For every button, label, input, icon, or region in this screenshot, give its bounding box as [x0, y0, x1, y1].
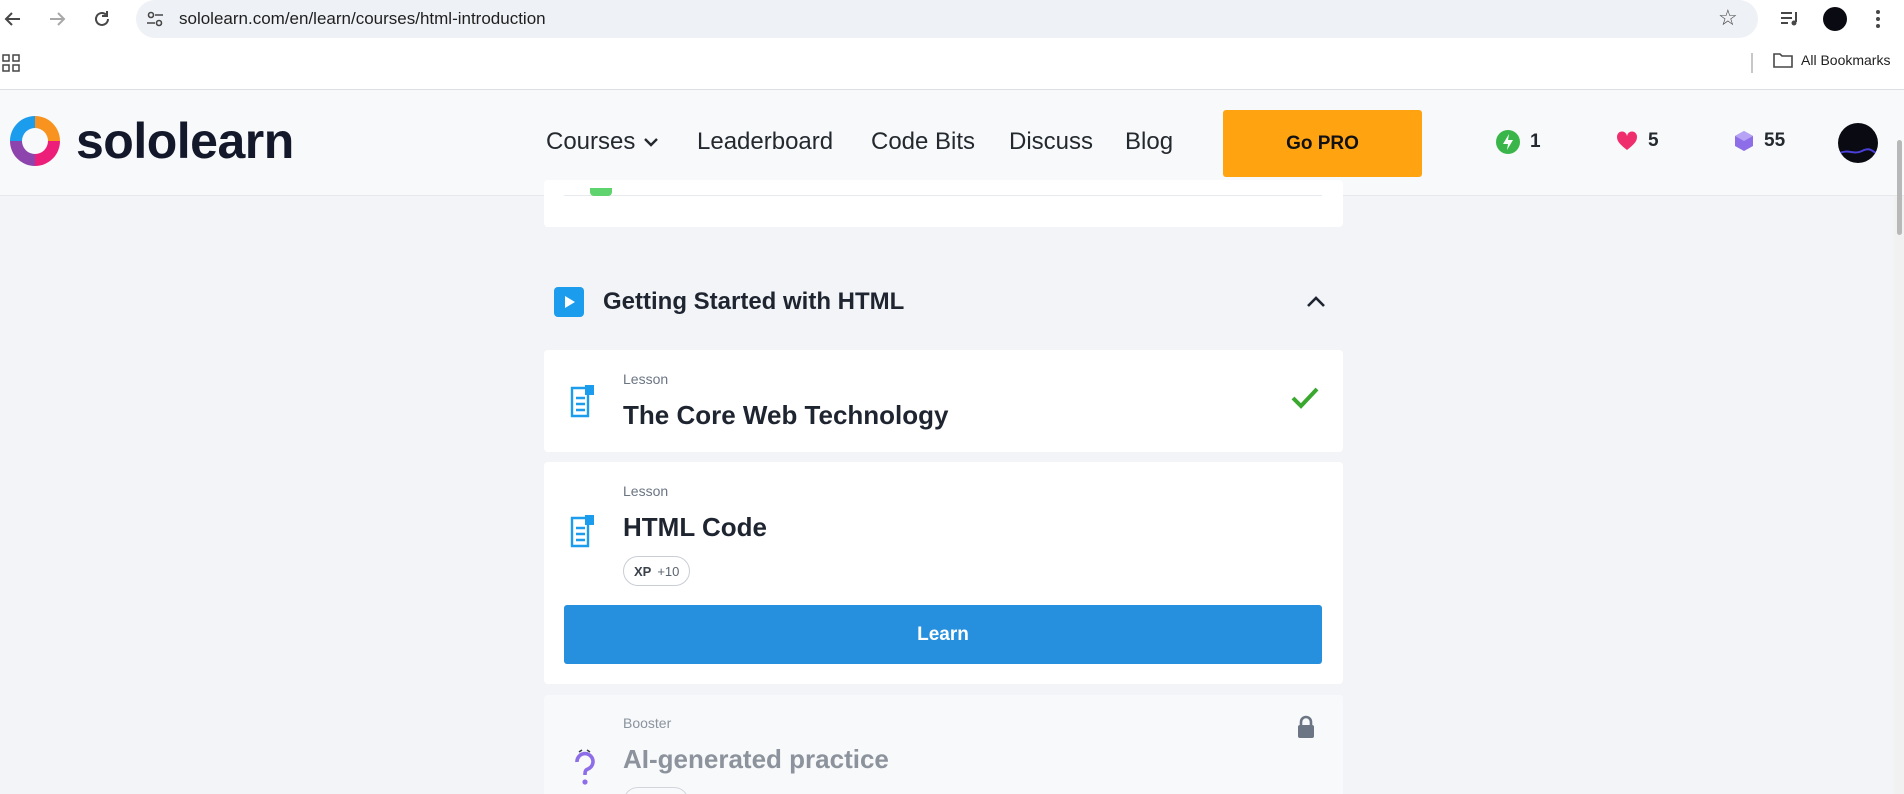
lesson-title: The Core Web Technology	[623, 400, 949, 430]
gems-counter[interactable]: 55	[1734, 130, 1785, 152]
question-mark-icon	[575, 749, 595, 785]
nav-blog[interactable]: Blog	[1125, 128, 1173, 156]
bookmark-separator	[1751, 53, 1753, 73]
forward-arrow-icon[interactable]	[44, 6, 70, 32]
bookmark-star-icon[interactable]: ☆	[1718, 5, 1738, 31]
nav-courses-label: Courses	[546, 128, 636, 155]
nav-code-bits[interactable]: Code Bits	[871, 128, 975, 156]
previous-module-card	[544, 180, 1343, 227]
folder-icon	[1773, 53, 1793, 68]
lock-icon	[1298, 715, 1314, 738]
more-menu-icon[interactable]	[1868, 6, 1888, 32]
nav-courses[interactable]: Courses	[546, 128, 659, 156]
gems-count: 55	[1764, 130, 1786, 151]
document-icon	[570, 515, 594, 548]
checkmark-icon	[1291, 387, 1319, 409]
user-avatar[interactable]	[1838, 123, 1878, 163]
learn-button[interactable]: Learn	[564, 605, 1322, 664]
xp-label: XP	[634, 563, 652, 579]
hearts-count: 5	[1648, 130, 1659, 151]
xp-value: +10	[657, 563, 680, 579]
module-header[interactable]: Getting Started with HTML	[554, 284, 1334, 320]
document-icon	[570, 385, 594, 418]
lesson-card-html-code[interactable]: Lesson HTML Code XP +10 Learn	[544, 462, 1343, 684]
nav-discuss[interactable]: Discuss	[1009, 128, 1093, 156]
booster-card-ai-practice[interactable]: Booster AI-generated practice	[544, 695, 1343, 794]
previous-lesson-row	[564, 180, 1322, 196]
xp-badge	[623, 787, 689, 794]
lightning-icon	[1496, 130, 1520, 154]
page-scrollbar[interactable]	[1894, 196, 1904, 794]
xp-badge: XP +10	[623, 556, 691, 586]
media-playlist-icon[interactable]	[1778, 6, 1802, 32]
all-bookmarks-button[interactable]: All Bookmarks	[1773, 52, 1890, 68]
browser-chrome: sololearn.com/en/learn/courses/html-intr…	[0, 0, 1904, 90]
site-settings-icon[interactable]	[146, 10, 164, 28]
streak-count: 1	[1530, 131, 1541, 152]
booster-title: AI-generated practice	[623, 744, 889, 774]
scrollbar-thumb[interactable]	[1897, 140, 1902, 235]
apps-grid-icon[interactable]	[2, 54, 20, 72]
profile-avatar-icon[interactable]	[1822, 6, 1848, 32]
lesson-title: HTML Code	[623, 512, 767, 542]
url-text[interactable]: sololearn.com/en/learn/courses/html-intr…	[179, 9, 546, 29]
gem-icon	[1735, 131, 1753, 151]
chevron-down-icon	[644, 138, 659, 147]
streak-counter[interactable]: 1	[1496, 130, 1541, 154]
lesson-type-label: Lesson	[623, 371, 669, 387]
module-title: Getting Started with HTML	[603, 288, 905, 315]
reload-icon[interactable]	[89, 6, 115, 32]
sololearn-logo[interactable]: sololearn	[6, 112, 294, 170]
go-pro-button[interactable]: Go PRO	[1223, 110, 1422, 177]
lesson-card-core-web-technology[interactable]: Lesson The Core Web Technology	[544, 350, 1343, 452]
lesson-icon	[590, 188, 612, 196]
nav-leaderboard[interactable]: Leaderboard	[697, 128, 833, 156]
brand-name: sololearn	[76, 113, 294, 169]
all-bookmarks-label: All Bookmarks	[1801, 52, 1891, 68]
play-icon	[554, 287, 584, 317]
hearts-counter[interactable]: 5	[1616, 130, 1659, 152]
heart-icon	[1616, 131, 1638, 150]
chevron-up-icon[interactable]	[1304, 290, 1328, 314]
sololearn-logo-icon	[10, 116, 60, 166]
booster-type-label: Booster	[623, 715, 672, 731]
lesson-type-label: Lesson	[623, 483, 669, 499]
back-arrow-icon[interactable]	[0, 6, 26, 32]
